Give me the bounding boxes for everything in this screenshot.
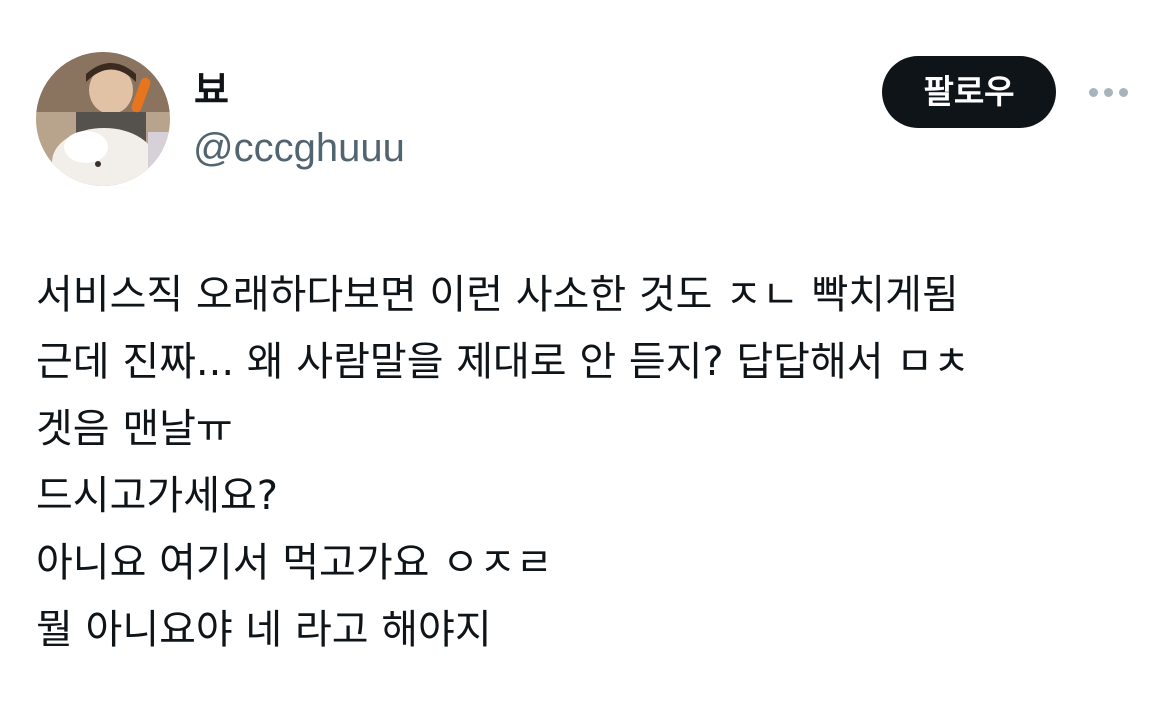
- more-options-button[interactable]: [1080, 72, 1136, 112]
- avatar-photo-icon: [36, 52, 170, 186]
- author-display-name[interactable]: 뵤: [194, 66, 229, 114]
- more-horizontal-icon: [1118, 87, 1128, 97]
- author-avatar[interactable]: [36, 52, 170, 186]
- author-handle[interactable]: @cccghuuu: [193, 124, 405, 172]
- tweet-card: 뵤 @cccghuuu 팔로우 서비스직 오래하다보면 이런 사소한 것도 ㅈㄴ…: [0, 0, 1170, 708]
- tweet-text-line: 겟음 맨날ㅠ: [36, 406, 233, 452]
- tweet-text-line: 뭘 아니요야 네 라고 해야지: [36, 607, 492, 653]
- tweet-text-line: 드시고가세요?: [36, 473, 279, 519]
- tweet-text-line: 서비스직 오래하다보면 이런 사소한 것도 ㅈㄴ 빡치게됨: [36, 272, 959, 318]
- more-horizontal-icon: [1088, 87, 1098, 97]
- follow-button[interactable]: 팔로우: [882, 56, 1056, 128]
- tweet-text-line: 아니요 여기서 먹고가요 ㅇㅈㄹ: [36, 540, 553, 586]
- tweet-text-line: 근데 진짜... 왜 사람말을 제대로 안 듣지? 답답해서 ㅁㅊ: [36, 339, 970, 385]
- tweet-text: 서비스직 오래하다보면 이런 사소한 것도 ㅈㄴ 빡치게됨 근데 진짜... 왜…: [36, 262, 1146, 664]
- more-horizontal-icon: [1103, 87, 1113, 97]
